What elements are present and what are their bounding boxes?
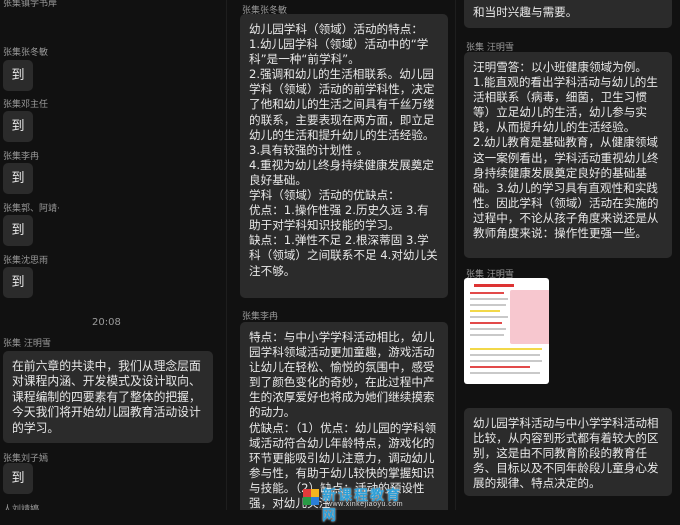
thumbnail-line [470,372,540,374]
thumbnail-line [470,348,542,350]
thumbnail-line [470,328,506,330]
thumbnail-line [470,304,506,306]
message-bubble[interactable]: 和当时兴趣与需要。 [464,0,672,28]
reply-bubble[interactable]: 到 [3,463,33,494]
column-divider [226,0,227,510]
message-bubble[interactable]: 幼儿园学科（领域）活动的特点： 1.幼儿园学科（领域）活动中的“学科”是一种“前… [240,14,448,298]
sender-name: 张集郭、阿靖· [3,204,60,214]
sender-name: 张集邓主任 [3,100,49,110]
watermark-url: www.xinkejiaoyu.com [327,501,404,508]
sender-name: 张集李冉 [3,152,40,162]
sender-name: 张集李冉 [242,312,279,322]
sender-name: 张集张冬敏 [3,48,49,58]
message-bubble[interactable]: 在前六章的共读中，我们从理念层面对课程内涵、开发模式及设计取向、课程编制的四要素… [3,351,213,443]
thumbnail-line [470,354,540,356]
reply-bubble[interactable]: 到 [3,267,33,298]
chat-column-left[interactable]: 张集镇学书岸 张集张冬敏 到 张集邓主任 到 张集李冉 到 张集郭、阿靖· 到 … [0,0,222,510]
sender-name: 张集 汪明雪 [3,339,51,349]
timestamp: 20:08 [92,317,121,328]
thumbnail-line [470,360,542,362]
chat-column-middle[interactable]: 张集张冬敏 幼儿园学科（领域）活动的特点： 1.幼儿园学科（领域）活动中的“学科… [230,0,455,510]
message-bubble[interactable]: 特点：与中小学学科活动相比，幼儿园学科领域活动更加童趣，游戏活动让幼儿在轻松、愉… [240,322,448,510]
reply-bubble[interactable]: 到 [3,163,33,194]
message-bubble[interactable]: 幼儿园学科活动与中小学学科活动相比较，从内容到形式都有着较大的区别，这是由不同教… [464,408,672,496]
document-image-thumbnail[interactable] [464,278,549,384]
thumbnail-line [470,298,508,300]
watermark-logo-icon [303,489,319,505]
sender-name: 人刘靖婷 [3,505,40,510]
chat-column-right[interactable]: 和当时兴趣与需要。 张集 汪明雪 汪明雪答：以小班健康领域为例。 1.能直观的看… [456,0,680,510]
reply-bubble[interactable]: 到 [3,111,33,142]
thumbnail-line [470,334,504,336]
watermark: 新课程教育网 www.xinkejiaoyu.com [303,487,415,523]
thumbnail-title [474,284,514,287]
thumbnail-line [470,310,500,312]
sender-name: 张集镇学书岸 [3,0,58,9]
thumbnail-line [470,292,504,294]
thumbnail-line [470,322,502,324]
sender-name: 张集沈思雨 [3,256,49,266]
thumbnail-line [470,366,530,368]
reply-bubble[interactable]: 到 [3,60,33,91]
thumbnail-illustration [510,290,549,344]
reply-bubble[interactable]: 到 [3,215,33,246]
thumbnail-line [470,316,508,318]
message-bubble[interactable]: 汪明雪答：以小班健康领域为例。 1.能直观的看出学科活动与幼儿的生活相联系（病毒… [464,52,672,258]
